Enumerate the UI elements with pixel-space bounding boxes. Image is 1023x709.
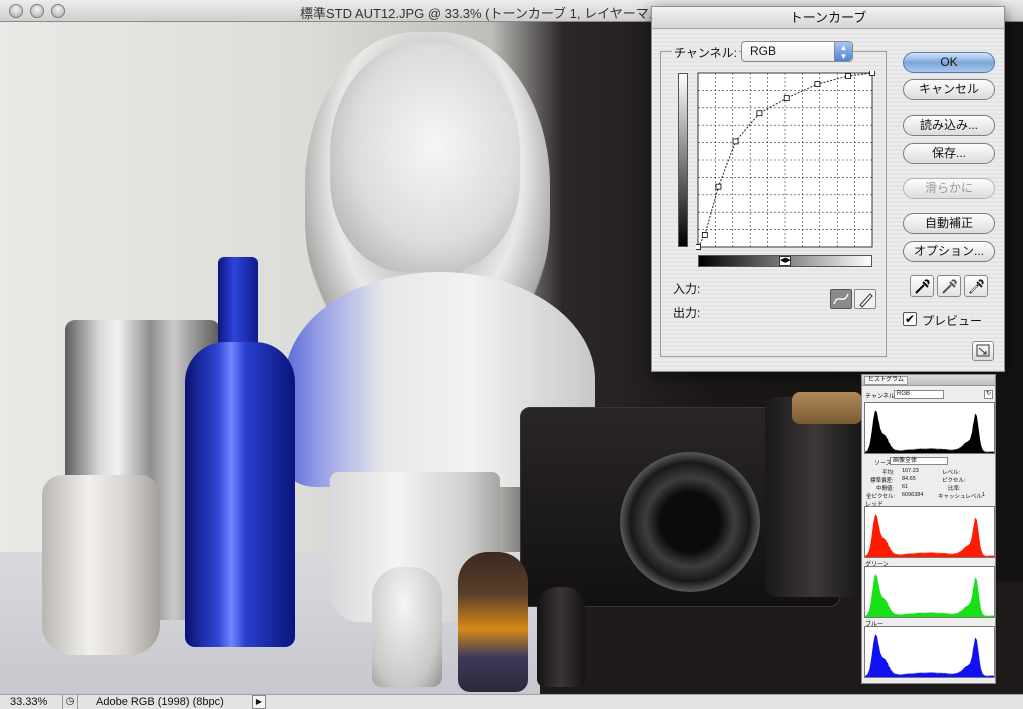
- channel-select-value: RGB: [750, 44, 777, 58]
- curve-control-point: [783, 95, 790, 102]
- expand-graph-button[interactable]: [972, 341, 994, 361]
- level-label: レベル:: [942, 470, 961, 476]
- preview-checkbox[interactable]: ✔: [903, 312, 917, 326]
- document-title: 標準STD AUT12.JPG @ 33.3% (トーンカーブ 1, レイヤーマ…: [300, 6, 690, 21]
- white-eyedropper-button[interactable]: [964, 275, 988, 297]
- red-histogram: [864, 506, 995, 558]
- black-eyedropper-button[interactable]: [910, 275, 934, 297]
- blue-histogram: [864, 626, 995, 678]
- white-cup: [42, 475, 160, 655]
- input-label: 入力:: [673, 282, 701, 296]
- smooth-button[interactable]: 滑らかに: [903, 178, 995, 199]
- histogram-palette: ヒストグラム チャンネル: RGB ↻ ソース: 画像全体 平均: 107.23…: [861, 374, 996, 684]
- status-bar: 33.33% ◷ Adobe RGB (1998) (8bpc) ▶: [0, 694, 1023, 709]
- status-menu-arrow-icon[interactable]: ▶: [252, 695, 266, 709]
- gradient-toggle-icon[interactable]: ◀▶: [779, 256, 791, 266]
- histogram-channel-label: チャンネル:: [865, 394, 897, 400]
- curve-control-point: [869, 71, 875, 76]
- blue-bottle: [185, 342, 295, 647]
- ok-button[interactable]: OK: [903, 52, 995, 73]
- document-info-icon[interactable]: ◷: [62, 695, 78, 709]
- color-profile: Adobe RGB (1998) (8bpc): [96, 696, 224, 708]
- red-histogram-graph: [865, 514, 994, 557]
- median-label: 中間値:: [876, 486, 895, 492]
- white-eyedropper-icon: [969, 279, 984, 294]
- curve-control-point: [715, 183, 722, 190]
- options-button[interactable]: オプション...: [903, 241, 995, 262]
- std-label: 標準偏差:: [870, 478, 894, 484]
- cache-label: キャッシュレベル:: [938, 494, 984, 500]
- pencil-tool-button[interactable]: [854, 289, 876, 309]
- zoom-window-button[interactable]: [51, 4, 65, 18]
- curve-tool-icon: [833, 293, 849, 305]
- expand-icon: [976, 344, 990, 357]
- preview-label[interactable]: プレビュー: [922, 312, 982, 329]
- histogram-tab[interactable]: ヒストグラム: [864, 376, 908, 385]
- rgb-histogram-graph: [865, 410, 994, 453]
- auto-button[interactable]: 自動補正: [903, 213, 995, 234]
- blue-histogram-graph: [865, 634, 994, 677]
- gray-eyedropper-button[interactable]: [937, 275, 961, 297]
- histogram-channel-select[interactable]: RGB: [894, 390, 944, 399]
- mean-label: 平均:: [882, 470, 895, 476]
- percent-label: 比率:: [948, 486, 961, 492]
- cancel-button[interactable]: キャンセル: [903, 79, 995, 100]
- green-histogram: [864, 566, 995, 618]
- mean-value: 107.23: [902, 468, 919, 474]
- channel-select[interactable]: RGB ▲ ▼: [741, 41, 853, 62]
- white-figurine: [372, 567, 442, 687]
- dark-figurine: [537, 587, 585, 687]
- painted-figurine: [458, 552, 528, 692]
- blue-histogram-shape: [865, 634, 994, 677]
- output-label: 出力:: [673, 306, 701, 320]
- curve-tool-button[interactable]: [830, 289, 852, 309]
- curve-control-point: [814, 81, 821, 87]
- channel-label: チャンネル:: [672, 44, 739, 61]
- gray-eyedropper-icon: [942, 279, 957, 294]
- green-histogram-graph: [865, 574, 994, 617]
- rgb-histogram-shape: [865, 410, 994, 453]
- red-histogram-shape: [865, 514, 994, 557]
- output-gradient-bar: [678, 73, 688, 247]
- std-value: 84.65: [902, 476, 916, 482]
- green-histogram-shape: [865, 574, 994, 617]
- black-eyedropper-icon: [915, 279, 930, 294]
- blue-bottle-neck: [218, 257, 258, 352]
- curve-control-point: [732, 138, 739, 145]
- photoshop-window: 標準STD AUT12.JPG @ 33.3% (トーンカーブ 1, レイヤーマ…: [0, 0, 1023, 709]
- curves-dialog-title[interactable]: トーンカーブ: [652, 7, 1004, 29]
- select-arrows-icon: ▲ ▼: [834, 42, 852, 61]
- curve-control-point: [701, 232, 708, 238]
- minimize-window-button[interactable]: [30, 4, 44, 18]
- median-value: 61: [902, 484, 909, 490]
- zoom-level[interactable]: 33.33%: [10, 696, 47, 708]
- load-button[interactable]: 読み込み...: [903, 115, 995, 136]
- close-window-button[interactable]: [9, 4, 23, 18]
- curve-control-point: [845, 73, 852, 79]
- dark-jar: [765, 397, 865, 597]
- bust-head: [330, 42, 520, 272]
- camera-lens: [620, 452, 760, 592]
- refresh-icon[interactable]: ↻: [984, 390, 993, 399]
- rgb-histogram: [864, 402, 995, 454]
- curves-dialog: トーンカーブ チャンネル: RGB ▲ ▼ ◀▶ 入力: 出力: OK キャンセル…: [651, 6, 1005, 372]
- cache-value: 1: [982, 492, 986, 498]
- curve-control-point: [696, 244, 701, 250]
- jar-cork: [792, 392, 862, 424]
- count-label: ピクセル:: [942, 478, 966, 484]
- save-button[interactable]: 保存...: [903, 143, 995, 164]
- pencil-icon: [859, 293, 873, 308]
- curve-control-point: [756, 110, 763, 117]
- histogram-titlebar[interactable]: ヒストグラム: [862, 375, 995, 386]
- source-select[interactable]: 画像全体: [890, 457, 948, 465]
- pixels-value: 6096384: [902, 492, 924, 498]
- curve-graph[interactable]: [696, 71, 876, 251]
